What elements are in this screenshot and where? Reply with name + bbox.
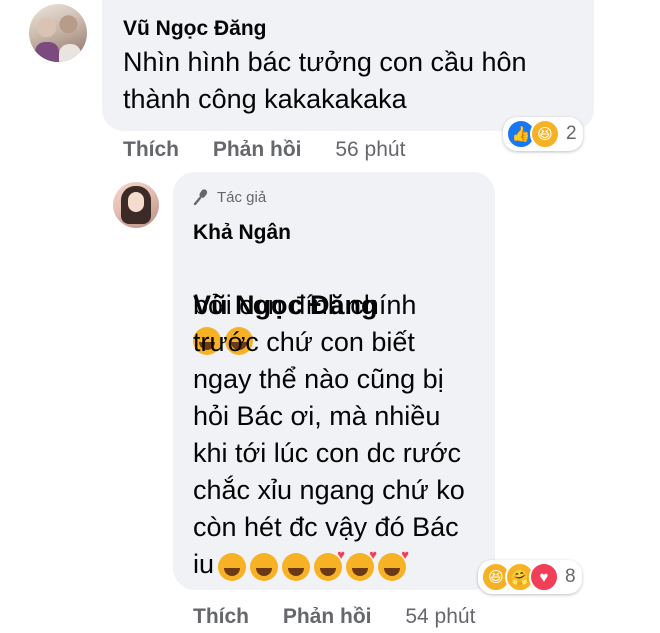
reply-emoji-row <box>218 547 410 582</box>
laughing-emoji-icon <box>282 553 310 581</box>
love-icon: ♥ <box>529 562 559 592</box>
reply-timestamp[interactable]: 54 phút <box>405 605 475 628</box>
avatar[interactable] <box>29 4 87 62</box>
comment-text: Nhìn hình bác tưởng con cầu hôn thành cô… <box>123 47 527 114</box>
avatar-figure <box>59 44 81 62</box>
reply-button[interactable]: Phản hồi <box>283 605 372 628</box>
smiling-hearts-emoji-icon <box>378 547 409 581</box>
author-badge-label: Tác giả <box>217 188 267 206</box>
comment-timestamp[interactable]: 56 phút <box>335 138 405 161</box>
haha-icon: 😆 <box>530 119 560 149</box>
reply-actions: Thích Phản hồi 54 phút <box>193 605 475 629</box>
author-badge: Tác giả <box>193 188 266 206</box>
comment-actions: Thích Phản hồi 56 phút <box>123 138 405 162</box>
reply-button[interactable]: Phản hồi <box>213 138 302 161</box>
reaction-count: 2 <box>566 123 577 144</box>
reply-text: bởi con đính chính trước chứ con biết ng… <box>193 290 465 579</box>
laughing-emoji-icon <box>218 553 246 581</box>
avatar[interactable] <box>113 182 159 228</box>
reaction-summary[interactable]: 😆 🤗 ♥ 8 <box>478 560 582 594</box>
comment-author[interactable]: Vũ Ngọc Đăng <box>123 17 267 41</box>
microphone-icon <box>193 189 208 206</box>
avatar-figure <box>35 42 59 62</box>
smiling-hearts-emoji-icon <box>346 547 377 581</box>
reaction-summary[interactable]: 👍 😆 2 <box>503 117 583 151</box>
like-button[interactable]: Thích <box>123 138 179 161</box>
laughing-emoji-icon <box>250 553 278 581</box>
reply-author[interactable]: Khả Ngân <box>193 221 291 245</box>
smiling-hearts-emoji-icon <box>314 547 345 581</box>
like-button[interactable]: Thích <box>193 605 249 628</box>
avatar-figure <box>128 192 144 212</box>
reaction-count: 8 <box>565 566 576 587</box>
